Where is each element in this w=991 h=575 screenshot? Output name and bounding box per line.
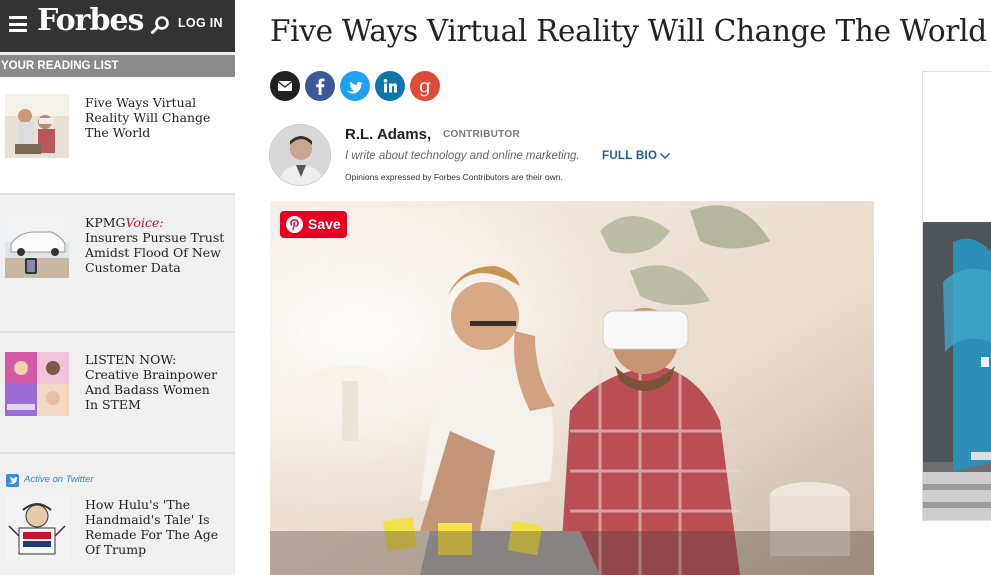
author-avatar[interactable] <box>269 124 331 186</box>
twitter-icon[interactable] <box>340 71 370 101</box>
list-item-title-text: Insurers Pursue Trust Amidst Flood Of Ne… <box>85 230 225 275</box>
search-icon[interactable] <box>150 15 170 35</box>
pinterest-icon <box>286 216 303 233</box>
contributor-disclaimer: Opinions expressed by Forbes Contributor… <box>345 172 563 182</box>
article-thumbnail <box>5 352 69 416</box>
author-name[interactable]: R.L. Adams, <box>345 126 431 143</box>
divider <box>0 452 235 454</box>
list-item[interactable]: KPMGVoice: Insurers Pursue Trust Amidst … <box>0 195 235 331</box>
list-item[interactable]: LISTEN NOW: Creative Brainpower And Bada… <box>0 333 235 452</box>
reading-list-header: YOUR READING LIST <box>0 55 235 77</box>
svg-text:g: g <box>419 75 431 97</box>
linkedin-icon[interactable] <box>375 71 405 101</box>
pinterest-save-button[interactable]: Save <box>280 211 347 238</box>
chevron-down-icon[interactable] <box>659 150 671 162</box>
save-label: Save <box>308 216 341 232</box>
facebook-icon[interactable] <box>305 71 335 101</box>
list-item-title[interactable]: Five Ways Virtual Reality Will Change Th… <box>85 95 225 140</box>
menu-icon[interactable] <box>9 16 27 32</box>
article-thumbnail <box>5 496 69 560</box>
voice-label: Voice: <box>125 215 164 230</box>
list-item[interactable]: Five Ways Virtual Reality Will Change Th… <box>0 77 235 193</box>
article-hero-image <box>270 201 874 575</box>
forbes-logo[interactable]: Forbes <box>37 3 144 38</box>
author-description: I write about technology and online mark… <box>345 150 580 162</box>
list-item-title[interactable]: How Hulu's 'The Handmaid's Tale' Is Rema… <box>85 497 225 557</box>
list-item-title[interactable]: LISTEN NOW: Creative Brainpower And Bada… <box>85 352 225 412</box>
article-thumbnail <box>5 214 69 278</box>
advertisement-image[interactable] <box>923 222 991 520</box>
article-thumbnail <box>5 94 69 158</box>
sponsor-prefix: KPMG <box>85 215 126 230</box>
list-item[interactable]: How Hulu's 'The Handmaid's Tale' Is Rema… <box>0 494 235 575</box>
email-share-icon[interactable] <box>270 71 300 101</box>
active-on-twitter-label: Active on Twitter <box>24 474 94 485</box>
article-title: Five Ways Virtual Reality Will Change Th… <box>270 14 987 48</box>
top-bar: Forbes LOG IN <box>0 0 235 52</box>
full-bio-link[interactable]: FULL BIO <box>602 150 657 162</box>
twitter-icon <box>6 474 19 487</box>
reading-list-sidebar: Forbes LOG IN YOUR READING LIST Five Way… <box>0 0 235 575</box>
google-plus-icon[interactable]: g <box>410 71 440 101</box>
list-item-title[interactable]: KPMGVoice: Insurers Pursue Trust Amidst … <box>85 215 225 275</box>
author-role: CONTRIBUTOR <box>443 129 521 140</box>
login-link[interactable]: LOG IN <box>178 16 223 30</box>
